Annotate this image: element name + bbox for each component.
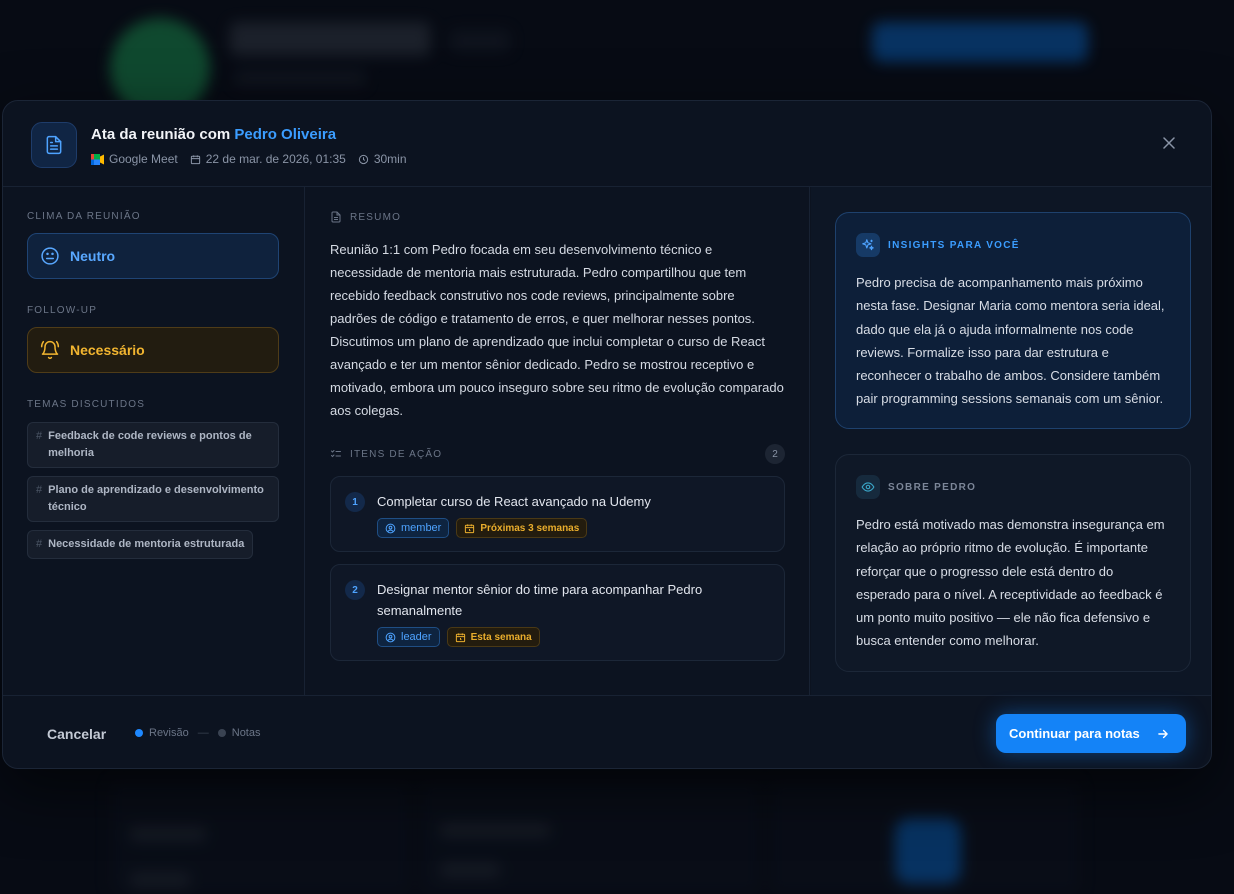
role-tag: leader [377, 627, 440, 647]
topics-label: TEMAS DISCUTIDOS [27, 399, 146, 410]
meta-platform: Google Meet [91, 152, 178, 166]
continue-button[interactable]: Continuar para notas [996, 714, 1186, 753]
bell-ring-icon [40, 340, 60, 360]
action-text: Completar curso de React avançado na Ude… [377, 494, 651, 509]
hash-icon: # [36, 484, 43, 496]
action-text: Designar mentor sênior do time para acom… [377, 582, 703, 618]
calendar-icon [190, 154, 200, 164]
role-text: member [401, 522, 442, 534]
topic-chip: # Necessidade de mentoria estruturada [27, 530, 254, 559]
topics-list: # Feedback de code reviews e pontos de m… [27, 414, 280, 559]
step-dot-inactive [217, 729, 226, 737]
action-number: 1 [345, 492, 365, 512]
right-column: INSIGHTS PARA VOCÊ Pedro precisa de acom… [811, 187, 1211, 695]
followup-label: FOLLOW-UP [27, 305, 98, 316]
followup-badge: Necessário [27, 327, 279, 373]
meta-platform-text: Google Meet [109, 152, 178, 166]
mood-label: CLIMA DA REUNIÃO [27, 211, 141, 222]
summary-header: RESUMO [330, 211, 785, 223]
step-indicator: Revisão — Notas [135, 727, 261, 739]
meta-datetime: 22 de mar. de 2026, 01:35 [190, 152, 346, 166]
insights-text: Pedro precisa de acompanhamento mais pró… [856, 275, 1165, 407]
modal-title: Ata da reunião com Pedro Oliveira [91, 126, 336, 143]
checklist-icon [331, 450, 341, 458]
actions-count-badge: 2 [765, 444, 785, 464]
eye-icon [856, 475, 880, 499]
title-prefix: Ata da reunião com [91, 126, 231, 143]
calendar-clock-icon [465, 523, 475, 533]
action-number: 2 [345, 580, 365, 600]
calendar-clock-icon [455, 632, 465, 642]
sparkles-icon [856, 233, 880, 257]
middle-column: RESUMO Reunião 1:1 com Pedro focada em s… [306, 187, 810, 695]
due-tag: Esta semana [446, 627, 540, 647]
insights-card: INSIGHTS PARA VOCÊ Pedro precisa de acom… [835, 212, 1191, 429]
neutral-face-icon [41, 247, 59, 265]
step-separator: — [197, 727, 209, 739]
close-icon [1163, 137, 1175, 149]
mood-badge: Neutro [27, 233, 279, 279]
person-name: Pedro Oliveira [234, 126, 337, 143]
topic-text: Necessidade de mentoria estruturada [48, 538, 245, 550]
topic-chip: # Feedback de code reviews e pontos de m… [27, 422, 279, 468]
cancel-button[interactable]: Cancelar [47, 726, 106, 742]
hash-icon: # [36, 538, 43, 550]
topic-text: Plano de aprendizado e desenvolvimento t… [48, 484, 264, 513]
step-notes-label: Notas [231, 727, 261, 739]
google-meet-icon [91, 153, 104, 165]
step-dot-active [135, 729, 143, 737]
summary-label: RESUMO [350, 211, 402, 223]
mood-value: Neutro [70, 248, 116, 264]
about-text: Pedro está motivado mas demonstra insegu… [856, 517, 1165, 649]
step-review-label: Revisão [149, 727, 189, 739]
about-header: SOBRE PEDRO [856, 475, 1170, 499]
modal-header: Ata da reunião com Pedro Oliveira Google… [3, 101, 1211, 187]
close-button[interactable] [1159, 133, 1179, 153]
due-tag: Próximas 3 semanas [456, 518, 588, 538]
left-column: CLIMA DA REUNIÃO Neutro FOLLOW-UP Necess… [3, 187, 305, 695]
role-text: leader [401, 631, 432, 643]
user-circle-icon [385, 523, 396, 533]
topic-text: Feedback de code reviews e pontos de mel… [48, 430, 252, 459]
followup-value: Necessário [70, 342, 145, 358]
user-circle-icon [385, 632, 396, 642]
about-card: SOBRE PEDRO Pedro está motivado mas demo… [835, 454, 1191, 672]
meeting-meta: Google Meet 22 de mar. de 2026, 01:35 30… [91, 152, 419, 166]
file-text-icon [331, 211, 341, 223]
meta-duration-text: 30min [373, 152, 407, 166]
action-item[interactable]: 1 Completar curso de React avançado na U… [330, 476, 785, 552]
meeting-minutes-modal: Ata da reunião com Pedro Oliveira Google… [2, 100, 1212, 769]
insights-label: INSIGHTS PARA VOCÊ [888, 239, 1020, 251]
actions-header: ITENS DE AÇÃO 2 [330, 444, 785, 464]
role-tag: member [377, 518, 450, 538]
due-text: Próximas 3 semanas [480, 522, 580, 534]
due-text: Esta semana [470, 631, 532, 643]
about-label: SOBRE PEDRO [888, 481, 977, 493]
hash-icon: # [36, 430, 43, 442]
meta-datetime-text: 22 de mar. de 2026, 01:35 [205, 152, 346, 166]
continue-label: Continuar para notas [1009, 726, 1140, 741]
clock-icon [358, 154, 368, 164]
modal-footer: Cancelar Revisão — Notas Continuar para … [3, 695, 1211, 768]
summary-text: Reunião 1:1 com Pedro focada em seu dese… [330, 242, 784, 418]
actions-label: ITENS DE AÇÃO [350, 448, 443, 460]
action-item[interactable]: 2 Designar mentor sênior do time para ac… [330, 564, 785, 661]
arrow-right-icon [1158, 729, 1168, 738]
document-icon [31, 122, 77, 168]
insights-header: INSIGHTS PARA VOCÊ [856, 233, 1170, 257]
meta-duration: 30min [358, 152, 407, 166]
topic-chip: # Plano de aprendizado e desenvolvimento… [27, 476, 279, 522]
